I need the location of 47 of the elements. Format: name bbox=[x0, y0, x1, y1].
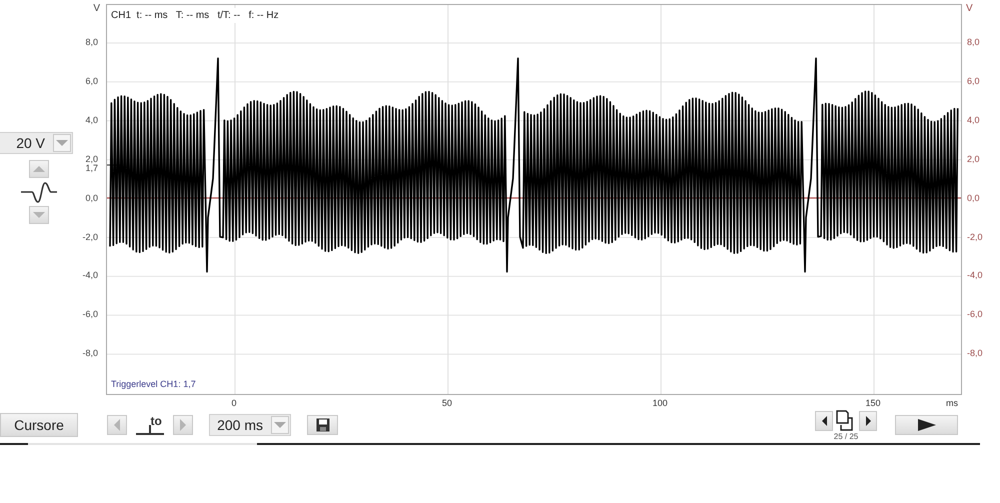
axis-label: 0,0 bbox=[85, 192, 98, 203]
previous-page-button[interactable] bbox=[815, 410, 833, 430]
triangle-up-icon bbox=[32, 166, 44, 172]
triangle-left-icon bbox=[822, 416, 826, 426]
axis-label: -2,0 bbox=[967, 232, 983, 242]
axis-label: -6,0 bbox=[82, 309, 98, 320]
caret-icon bbox=[32, 212, 44, 218]
save-button[interactable] bbox=[307, 415, 338, 435]
caret-icon bbox=[274, 422, 286, 428]
page-counter: 25 / 25 bbox=[834, 432, 858, 440]
axis-label: 4,0 bbox=[85, 114, 98, 125]
axis-label: -8,0 bbox=[82, 348, 98, 358]
play-button[interactable] bbox=[895, 415, 958, 435]
axis-unit: ms bbox=[946, 397, 958, 410]
next-page-button[interactable] bbox=[859, 410, 877, 430]
axis-label: 50 bbox=[442, 397, 452, 410]
axis-label: 150 bbox=[865, 397, 881, 410]
axis-label: 100 bbox=[652, 397, 668, 410]
axis-label: 8,0 bbox=[967, 37, 980, 47]
trigger-level-text: Triggerlevel CH1: 1,7 bbox=[111, 378, 196, 391]
axis-label: 6,0 bbox=[85, 76, 98, 86]
axis-unit: V bbox=[966, 2, 973, 16]
triangle-right-icon bbox=[180, 419, 186, 431]
measurement-readout: CH1 t: -- ms T: -- ms t/T: -- f: -- Hz bbox=[111, 8, 279, 23]
axis-unit: V bbox=[93, 2, 100, 16]
wave-icon bbox=[18, 180, 58, 204]
axis-label: 2,0 bbox=[85, 154, 98, 164]
trigger-position-control[interactable]: to bbox=[136, 415, 164, 435]
axis-label: 2,0 bbox=[967, 154, 980, 164]
triangle-left-icon bbox=[114, 419, 120, 431]
play-icon bbox=[918, 419, 936, 431]
cursor-button[interactable]: Cursore bbox=[0, 413, 78, 437]
timebase-dropdown[interactable]: 200 ms bbox=[209, 414, 291, 436]
axis-label: -2,0 bbox=[82, 232, 98, 242]
axis-label: -4,0 bbox=[967, 270, 983, 280]
axis-label: 0,0 bbox=[967, 192, 980, 203]
triangle-right-icon bbox=[866, 416, 870, 426]
caret-icon bbox=[56, 140, 68, 146]
axis-label: -6,0 bbox=[967, 309, 983, 320]
volts-dropdown[interactable]: 20 V bbox=[0, 132, 73, 154]
axis-label: 8,0 bbox=[85, 37, 98, 47]
axis-label: 6,0 bbox=[967, 76, 980, 86]
trigger-marker: 1,7 bbox=[85, 164, 98, 173]
axis-label: -4,0 bbox=[82, 270, 98, 280]
axis-label: 4,0 bbox=[967, 114, 980, 125]
axis-label: -8,0 bbox=[967, 348, 983, 358]
axis-label: 0 bbox=[232, 397, 236, 410]
